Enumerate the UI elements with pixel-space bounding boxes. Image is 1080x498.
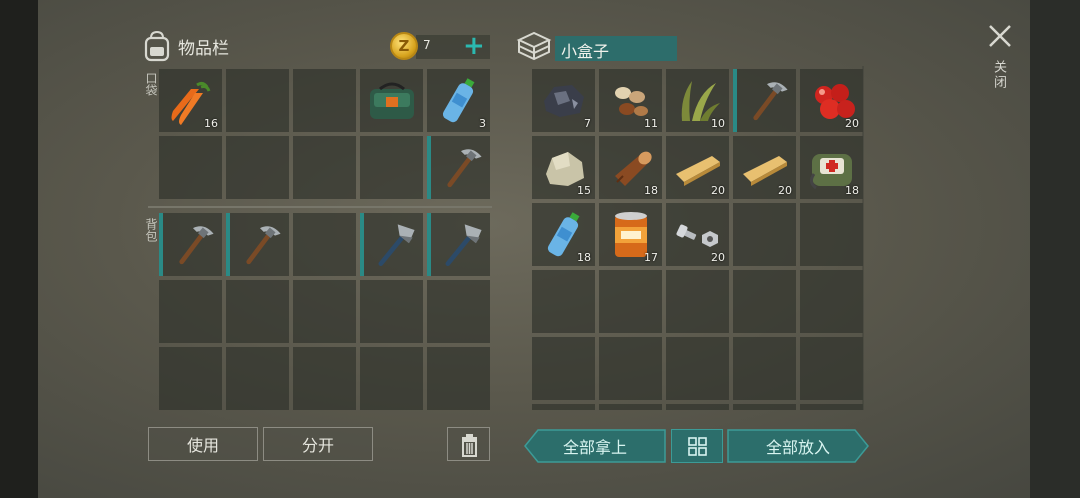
put-all-button[interactable]: 全部放入 xyxy=(727,429,869,463)
item-quantity: 18 xyxy=(845,184,859,197)
trash-icon xyxy=(462,434,477,457)
item-quantity: 10 xyxy=(711,117,725,130)
container-slot[interactable] xyxy=(800,337,863,400)
container-slot[interactable]: 20 xyxy=(733,136,796,199)
item-quantity: 20 xyxy=(845,117,859,130)
container-slot[interactable] xyxy=(733,270,796,333)
container-slot[interactable] xyxy=(733,337,796,400)
container-slot[interactable]: 18 xyxy=(532,203,595,266)
container-slot[interactable] xyxy=(599,270,662,333)
sort-grid-button[interactable] xyxy=(671,429,723,463)
container-slot[interactable] xyxy=(800,270,863,333)
container-grid[interactable]: 7 11 10 20 15 18 20 20 18 18 17 20 xyxy=(0,0,1080,410)
container-slot[interactable]: 18 xyxy=(800,136,863,199)
container-slot[interactable] xyxy=(599,337,662,400)
container-slot[interactable]: 17 xyxy=(599,203,662,266)
item-quantity: 11 xyxy=(644,117,658,130)
container-slot[interactable] xyxy=(666,270,729,333)
item-quantity: 18 xyxy=(577,251,591,264)
item-quantity: 17 xyxy=(644,251,658,264)
container-slot[interactable]: 15 xyxy=(532,136,595,199)
take-all-label: 全部拿上 xyxy=(562,438,627,457)
container-slot[interactable] xyxy=(666,404,729,410)
pickaxe-icon xyxy=(753,82,788,121)
item-quantity: 7 xyxy=(584,117,591,130)
split-button[interactable]: 分开 xyxy=(263,427,373,461)
item-quantity: 18 xyxy=(644,184,658,197)
container-slot[interactable]: 7 xyxy=(532,69,595,132)
container-slot[interactable]: 18 xyxy=(599,136,662,199)
item-quantity: 20 xyxy=(778,184,792,197)
game-screen: 物品栏 Z 7 + 口袋 背包 16 3 小盒子 7 11 10 20 15 18 20 20 1… xyxy=(0,0,1080,498)
close-label[interactable]: 关闭 xyxy=(989,60,1008,90)
container-scrollbar[interactable] xyxy=(862,66,864,410)
container-slot[interactable]: 20 xyxy=(666,136,729,199)
take-all-button[interactable]: 全部拿上 xyxy=(524,429,666,463)
container-slot[interactable] xyxy=(733,69,796,132)
container-slot[interactable]: 11 xyxy=(599,69,662,132)
container-slot[interactable] xyxy=(800,404,863,410)
item-quantity: 20 xyxy=(711,184,725,197)
trash-button[interactable] xyxy=(447,427,490,461)
container-slot[interactable] xyxy=(733,203,796,266)
grid-icon xyxy=(688,437,707,456)
container-slot[interactable] xyxy=(666,337,729,400)
close-icon xyxy=(989,25,1011,47)
close-button[interactable] xyxy=(986,22,1014,50)
container-slot[interactable] xyxy=(599,404,662,410)
put-all-label: 全部放入 xyxy=(765,438,830,457)
container-slot[interactable] xyxy=(532,404,595,410)
container-slot[interactable] xyxy=(532,270,595,333)
item-quantity: 15 xyxy=(577,184,591,197)
container-slot[interactable]: 20 xyxy=(800,69,863,132)
container-slot[interactable]: 20 xyxy=(666,203,729,266)
use-button[interactable]: 使用 xyxy=(148,427,258,461)
item-quantity: 20 xyxy=(711,251,725,264)
container-slot[interactable]: 10 xyxy=(666,69,729,132)
container-slot[interactable] xyxy=(733,404,796,410)
container-slot[interactable] xyxy=(800,203,863,266)
container-slot[interactable] xyxy=(532,337,595,400)
